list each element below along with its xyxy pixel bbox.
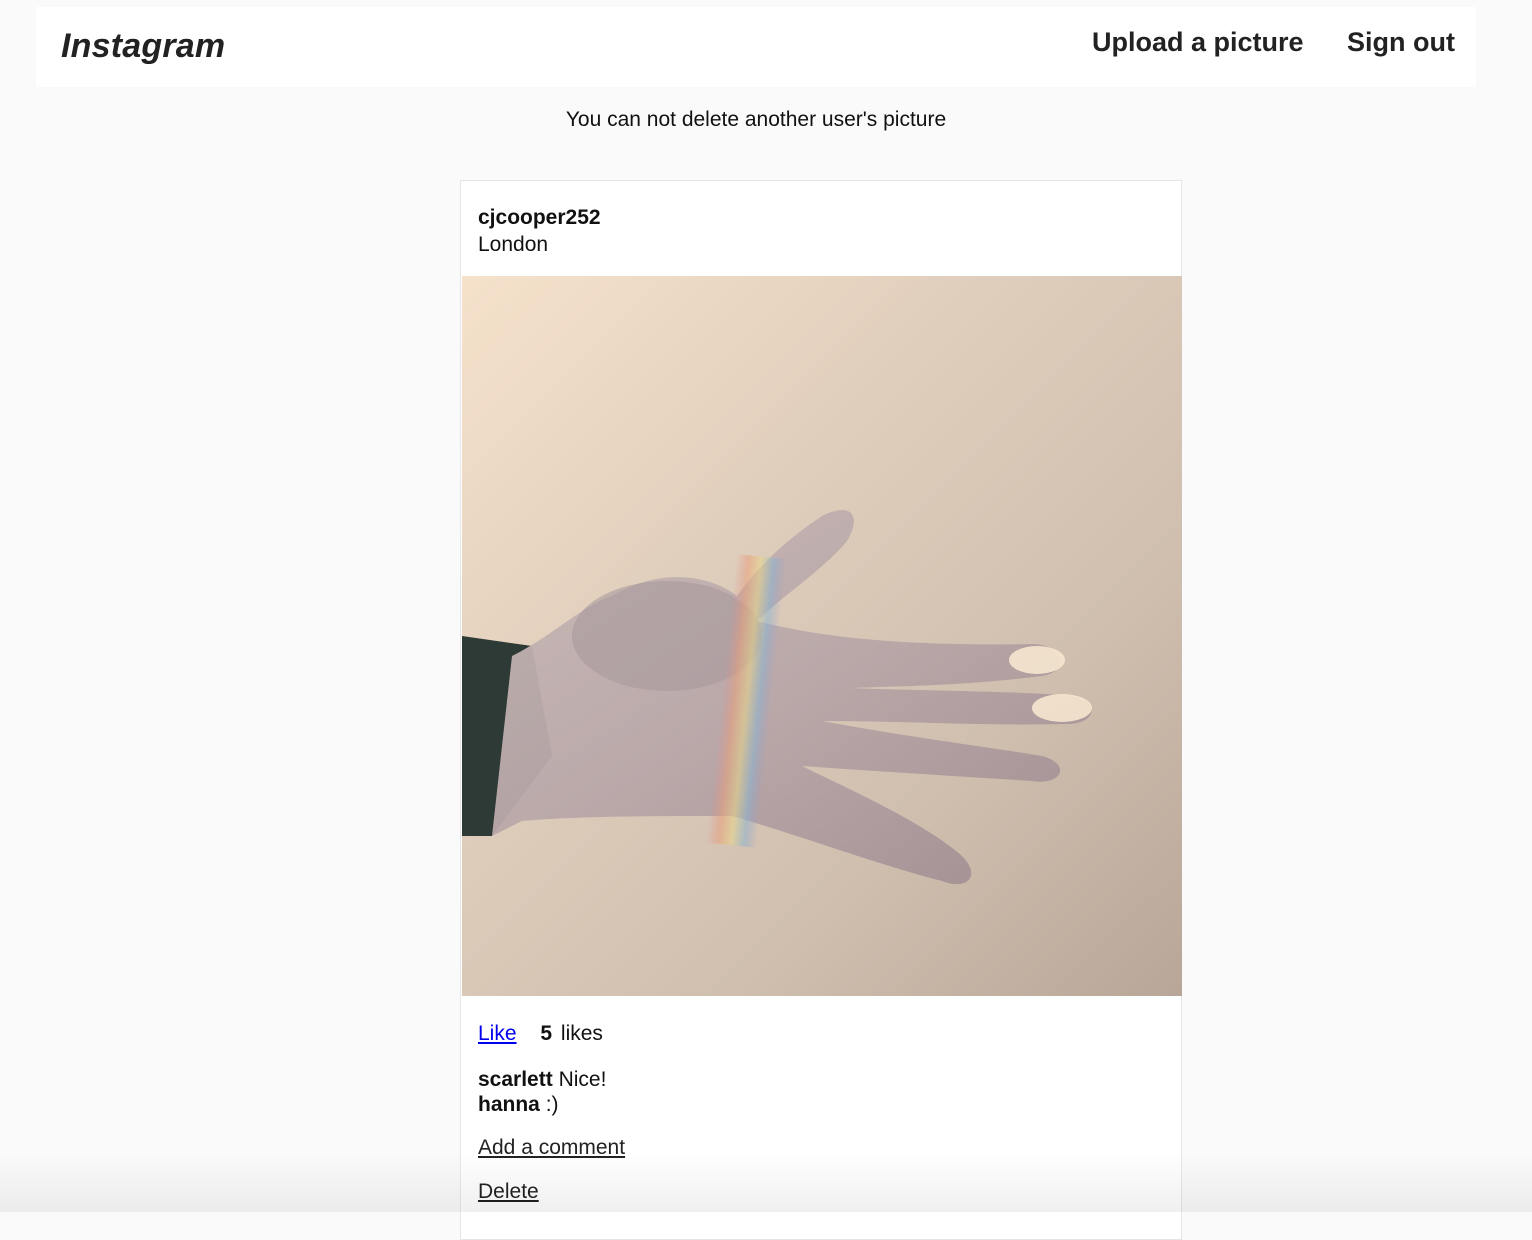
flash-message: You can not delete another user's pictur… bbox=[565, 108, 947, 131]
comment-author: scarlett bbox=[478, 1068, 553, 1091]
comment-item: scarlett Nice! bbox=[478, 1067, 606, 1092]
comment-text: Nice! bbox=[558, 1068, 607, 1091]
like-bar: Like 5 likes bbox=[478, 1022, 603, 1046]
add-comment-link[interactable]: Add a comment bbox=[478, 1136, 625, 1160]
delete-post-link[interactable]: Delete bbox=[478, 1180, 539, 1204]
post-header: cjcooper252 London bbox=[478, 205, 601, 259]
likes-count: 5 bbox=[540, 1022, 553, 1045]
comment-text: :) bbox=[545, 1093, 559, 1116]
sign-out-link[interactable]: Sign out bbox=[1347, 27, 1455, 58]
likes-label: likes bbox=[560, 1022, 603, 1045]
post-card: cjcooper252 London Like 5 likes scarlett… bbox=[460, 180, 1182, 1240]
comments-list: scarlett Nice! hanna :) bbox=[478, 1067, 606, 1117]
upload-picture-link[interactable]: Upload a picture bbox=[1092, 27, 1304, 58]
post-image bbox=[462, 276, 1182, 996]
post-username: cjcooper252 bbox=[478, 206, 601, 229]
brand-logo-link[interactable]: Instagram bbox=[61, 27, 225, 66]
post-location: London bbox=[478, 233, 549, 256]
comment-item: hanna :) bbox=[478, 1092, 606, 1117]
top-navbar: Instagram Upload a picture Sign out bbox=[36, 7, 1476, 87]
comment-author: hanna bbox=[478, 1093, 540, 1116]
hand-photo-illustration bbox=[462, 510, 1092, 885]
like-link[interactable]: Like bbox=[478, 1022, 517, 1045]
